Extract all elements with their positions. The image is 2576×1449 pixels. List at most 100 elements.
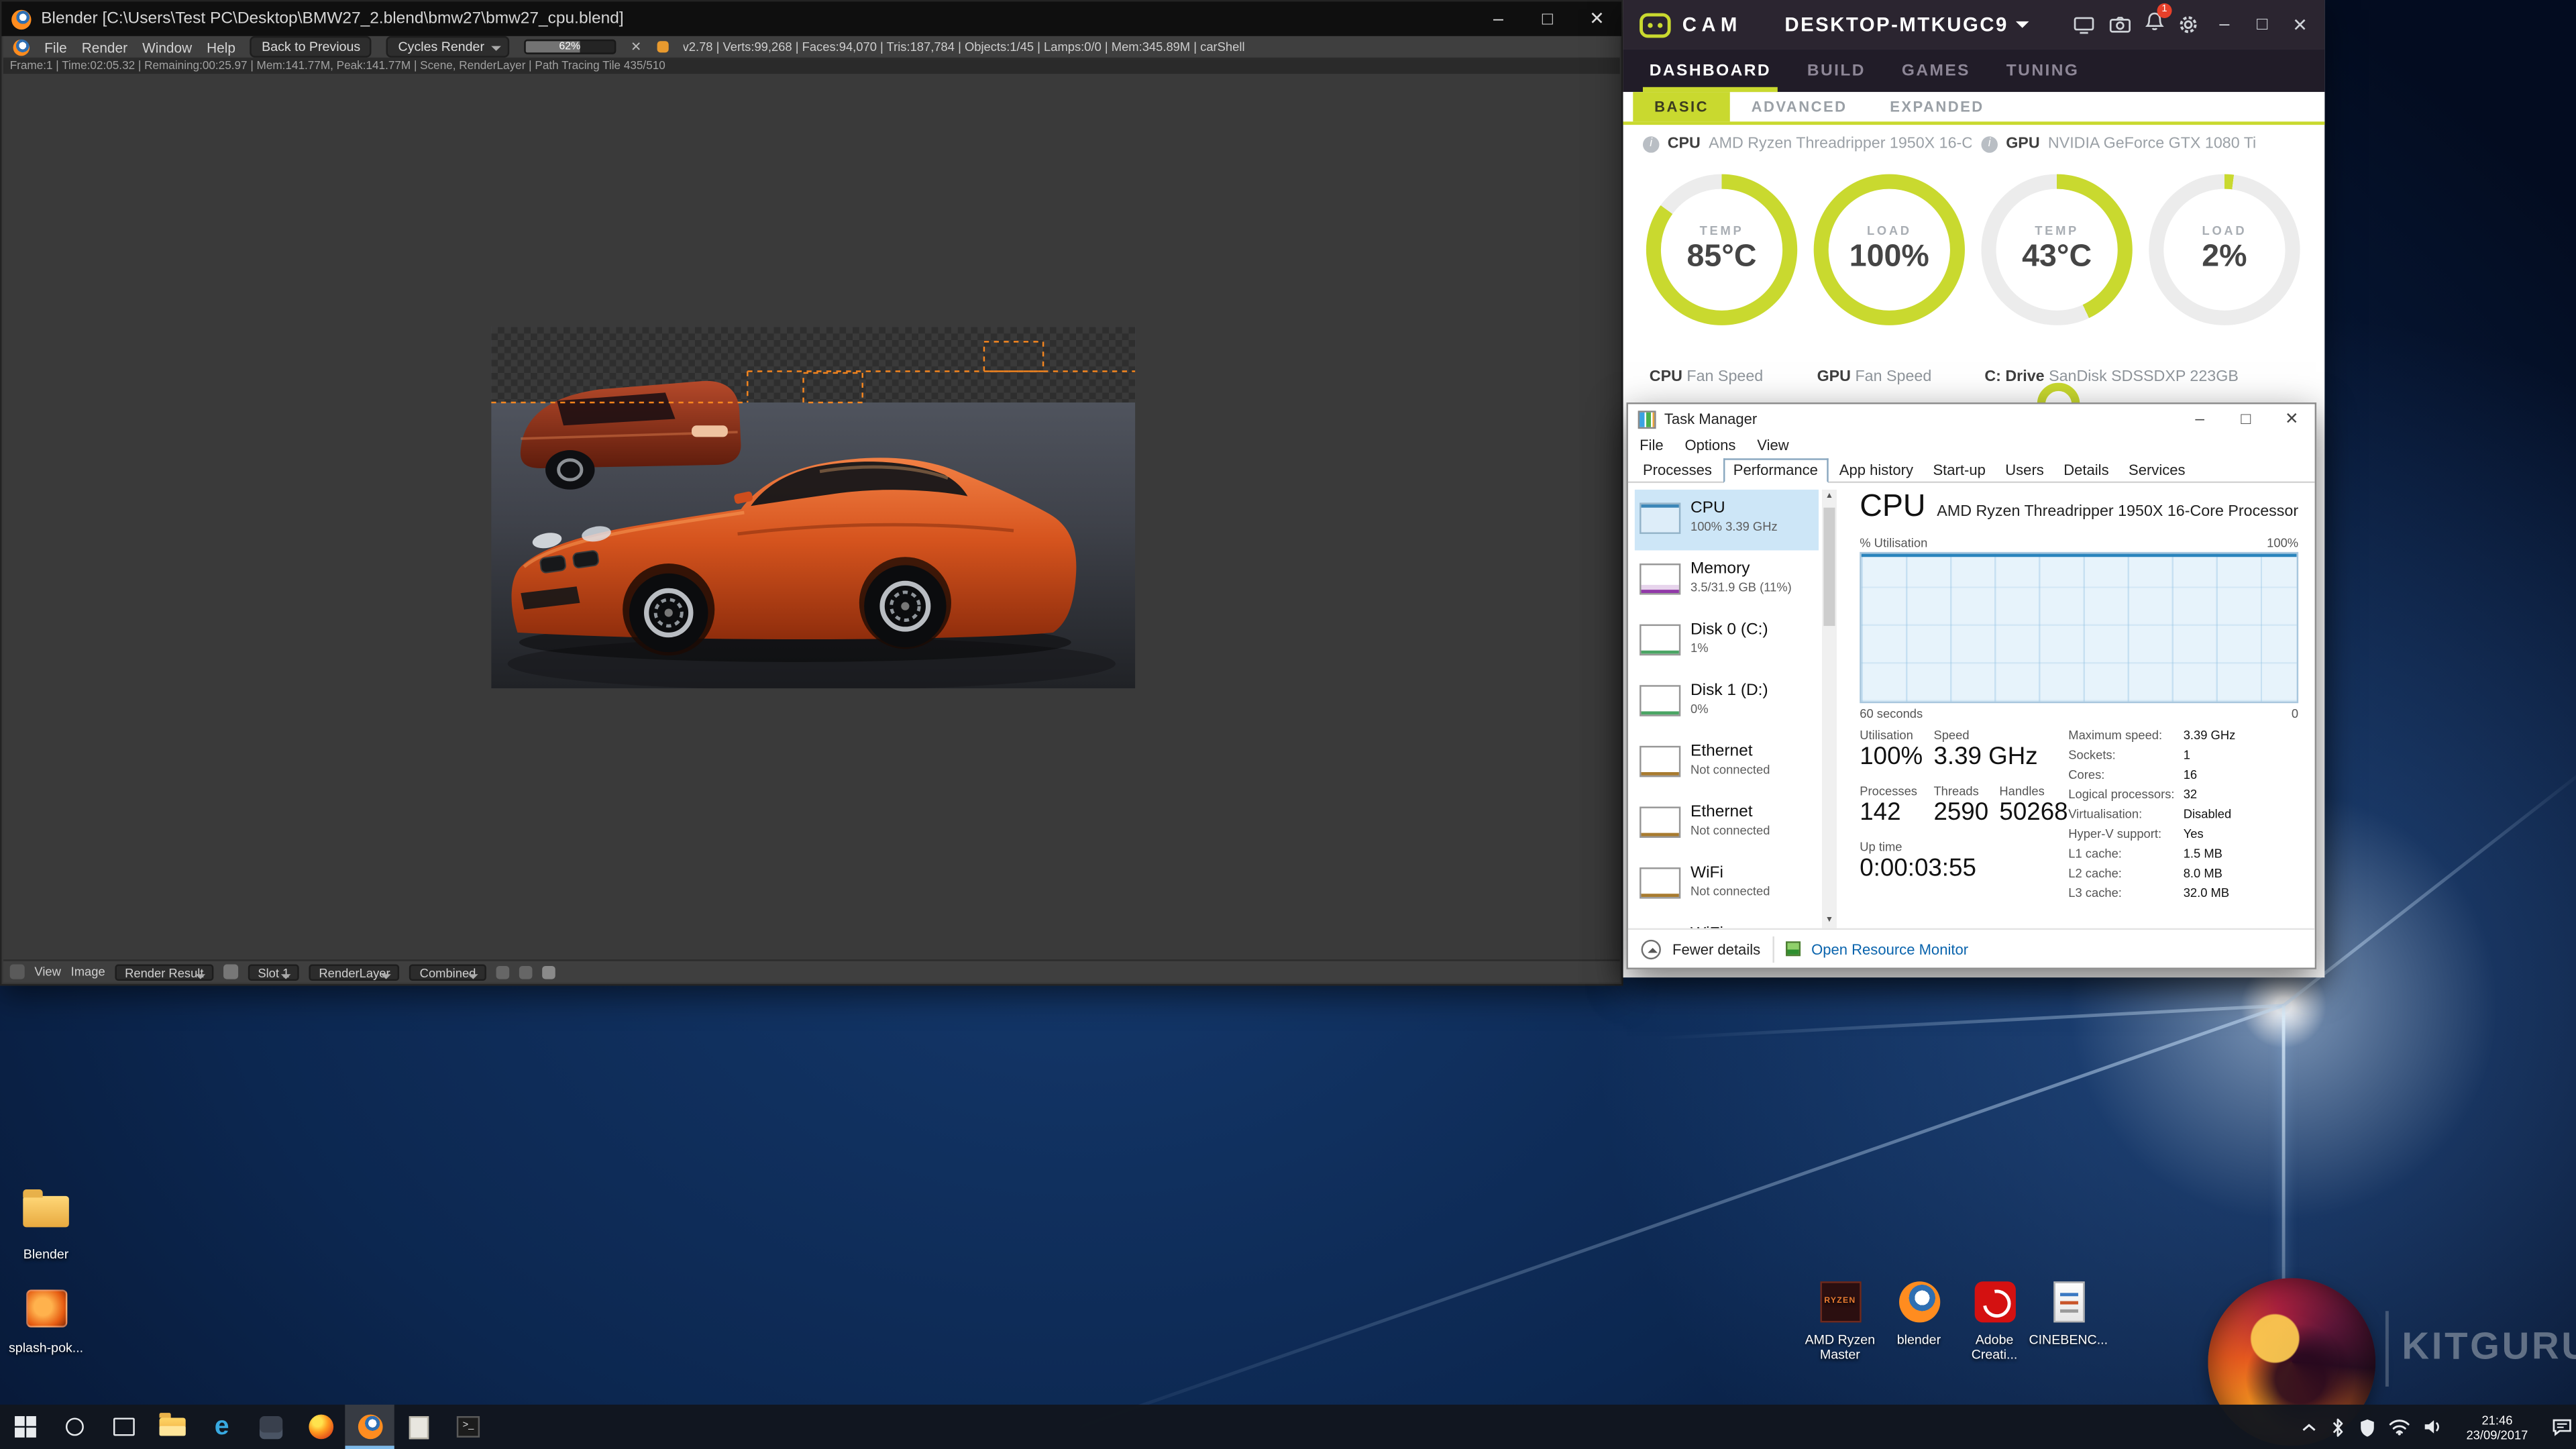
file-explorer-button[interactable] <box>148 1405 197 1449</box>
tab-dashboard[interactable]: DASHBOARD <box>1650 49 1771 92</box>
scroll-up-arrow[interactable]: ▲ <box>1822 490 1837 504</box>
wifi-icon[interactable] <box>2389 1417 2410 1436</box>
menu-render[interactable]: Render <box>82 39 127 55</box>
menu-help[interactable]: Help <box>207 39 235 55</box>
taskbar: e 21:46 23/09/2017 <box>0 1405 2576 1449</box>
task-manager-icon <box>1638 410 1656 428</box>
menu-window[interactable]: Window <box>142 39 192 55</box>
image-menu[interactable]: Image <box>71 965 105 979</box>
maximize-button[interactable]: □ <box>2251 15 2273 34</box>
menu-options[interactable]: Options <box>1684 437 1735 453</box>
desktop-icon-splash[interactable]: splash-pok... <box>0 1285 92 1355</box>
scroll-down-arrow[interactable]: ▼ <box>1822 914 1837 928</box>
menu-view[interactable]: View <box>1757 437 1788 453</box>
close-button[interactable]: ✕ <box>2288 14 2311 36</box>
task-manager-title-bar[interactable]: Task Manager – □ ✕ <box>1628 404 2315 433</box>
minimize-button[interactable]: – <box>2177 404 2223 433</box>
taskbar-clock[interactable]: 21:46 23/09/2017 <box>2456 1412 2538 1442</box>
maximize-button[interactable]: □ <box>1523 1 1572 36</box>
gear-icon[interactable] <box>2178 15 2198 34</box>
channel-button[interactable] <box>496 965 509 979</box>
volume-icon[interactable] <box>2423 1417 2443 1436</box>
blender-image-editor-viewport[interactable] <box>3 74 1620 963</box>
notifications-bell-icon[interactable]: 1 <box>2145 10 2163 40</box>
render-result-select[interactable]: Render Result <box>115 963 213 979</box>
open-resource-monitor-link[interactable]: Open Resource Monitor <box>1811 941 1968 957</box>
minimize-button[interactable]: – <box>1474 1 1523 36</box>
folder-icon <box>160 1417 186 1436</box>
render-layer-select[interactable]: RenderLayer <box>309 963 400 979</box>
pin-icon[interactable] <box>223 965 238 979</box>
security-shield-icon[interactable] <box>2359 1417 2375 1436</box>
slot-select[interactable]: Slot 1 <box>248 963 299 979</box>
desktop-icon-blender-folder[interactable]: Blender <box>0 1186 92 1262</box>
blender-menu-logo-icon[interactable] <box>13 39 30 55</box>
stat-label: Threads <box>1933 784 1978 798</box>
editor-type-icon[interactable] <box>10 965 25 979</box>
tab-processes[interactable]: Processes <box>1635 460 1720 482</box>
scrollbar-thumb[interactable] <box>1823 508 1835 626</box>
minimize-button[interactable]: – <box>2213 15 2236 34</box>
cam-title-bar[interactable]: CAM DESKTOP-MTKUGC9 1 – □ ✕ <box>1623 0 2325 49</box>
display-icon[interactable] <box>2074 15 2095 34</box>
blender-title-bar[interactable]: Blender [C:\Users\Test PC\Desktop\BMW27_… <box>1 1 1621 36</box>
sidebar-item-cpu[interactable]: CPU100% 3.39 GHz <box>1635 490 1819 551</box>
desktop-icon-label: Blender <box>0 1247 92 1262</box>
documents-button[interactable] <box>394 1405 443 1449</box>
fewer-details-button[interactable]: Fewer details <box>1672 941 1760 957</box>
info-icon[interactable] <box>1981 136 1997 152</box>
cam-nav-tabs: DASHBOARD BUILD GAMES TUNING <box>1623 49 2325 92</box>
subtab-advanced[interactable]: ADVANCED <box>1730 92 1869 121</box>
task-view-button[interactable] <box>99 1405 148 1449</box>
tab-games[interactable]: GAMES <box>1902 49 1970 92</box>
menu-file[interactable]: File <box>1640 437 1664 453</box>
notification-badge: 1 <box>2157 3 2172 18</box>
close-button[interactable]: ✕ <box>1572 1 1621 36</box>
view-menu[interactable]: View <box>34 965 60 979</box>
cam-host-selector[interactable]: DESKTOP-MTKUGC9 <box>1784 13 2029 36</box>
tab-tuning[interactable]: TUNING <box>2006 49 2080 92</box>
stat-label: Speed <box>1933 728 1969 743</box>
back-to-previous-button[interactable]: Back to Previous <box>250 36 372 58</box>
tab-app-history[interactable]: App history <box>1831 460 1922 482</box>
menu-file[interactable]: File <box>44 39 67 55</box>
tab-services[interactable]: Services <box>2121 460 2194 482</box>
render-pass-select[interactable]: Combined <box>410 963 486 979</box>
subtab-basic[interactable]: BASIC <box>1633 92 1730 121</box>
channel-button[interactable] <box>541 965 555 979</box>
image-file-icon <box>25 1289 66 1327</box>
firefox-button[interactable] <box>296 1405 345 1449</box>
tab-startup[interactable]: Start-up <box>1925 460 1994 482</box>
close-button[interactable]: ✕ <box>2269 404 2315 433</box>
sidebar-item-disk1[interactable]: Disk 1 (D:)0% <box>1635 672 1819 733</box>
sidebar-item-wifi[interactable]: WiFiNot connected <box>1635 854 1819 915</box>
bluetooth-icon[interactable] <box>2330 1417 2346 1436</box>
sidebar-item-ethernet[interactable]: EthernetNot connected <box>1635 794 1819 855</box>
edge-button[interactable]: e <box>197 1405 246 1449</box>
tab-performance[interactable]: Performance <box>1723 458 1828 483</box>
terminal-button[interactable] <box>443 1405 492 1449</box>
search-button[interactable] <box>49 1405 98 1449</box>
start-button[interactable] <box>0 1405 49 1449</box>
sidebar-item-wifi[interactable]: WiFiNot connected <box>1635 915 1819 928</box>
camera-icon[interactable] <box>2109 16 2131 32</box>
desktop-icon-cinebench[interactable]: CINEBENC... <box>2023 1278 2114 1347</box>
blender-taskbar-button[interactable] <box>345 1405 394 1449</box>
tab-users[interactable]: Users <box>1997 460 2052 482</box>
tray-chevron-up-icon[interactable] <box>2302 1422 2316 1432</box>
tab-build[interactable]: BUILD <box>1807 49 1866 92</box>
sidebar-item-disk0[interactable]: Disk 0 (C:)1% <box>1635 611 1819 672</box>
pinned-app-button[interactable] <box>246 1405 295 1449</box>
channel-button[interactable] <box>519 965 532 979</box>
cancel-render-icon[interactable]: ✕ <box>631 40 641 54</box>
action-center-icon[interactable] <box>2551 1417 2573 1436</box>
info-icon[interactable] <box>1643 136 1659 152</box>
sidebar-item-memory[interactable]: Memory3.5/31.9 GB (11%) <box>1635 550 1819 611</box>
render-engine-select[interactable]: Cycles Render <box>386 36 508 58</box>
tab-details[interactable]: Details <box>2055 460 2117 482</box>
subtab-expanded[interactable]: EXPANDED <box>1868 92 2005 121</box>
maximize-button[interactable]: □ <box>2222 404 2269 433</box>
gauge-label: LOAD <box>2202 223 2247 238</box>
sidebar-item-ethernet[interactable]: EthernetNot connected <box>1635 733 1819 794</box>
sidebar-scrollbar[interactable]: ▲ ▼ <box>1822 490 1837 928</box>
